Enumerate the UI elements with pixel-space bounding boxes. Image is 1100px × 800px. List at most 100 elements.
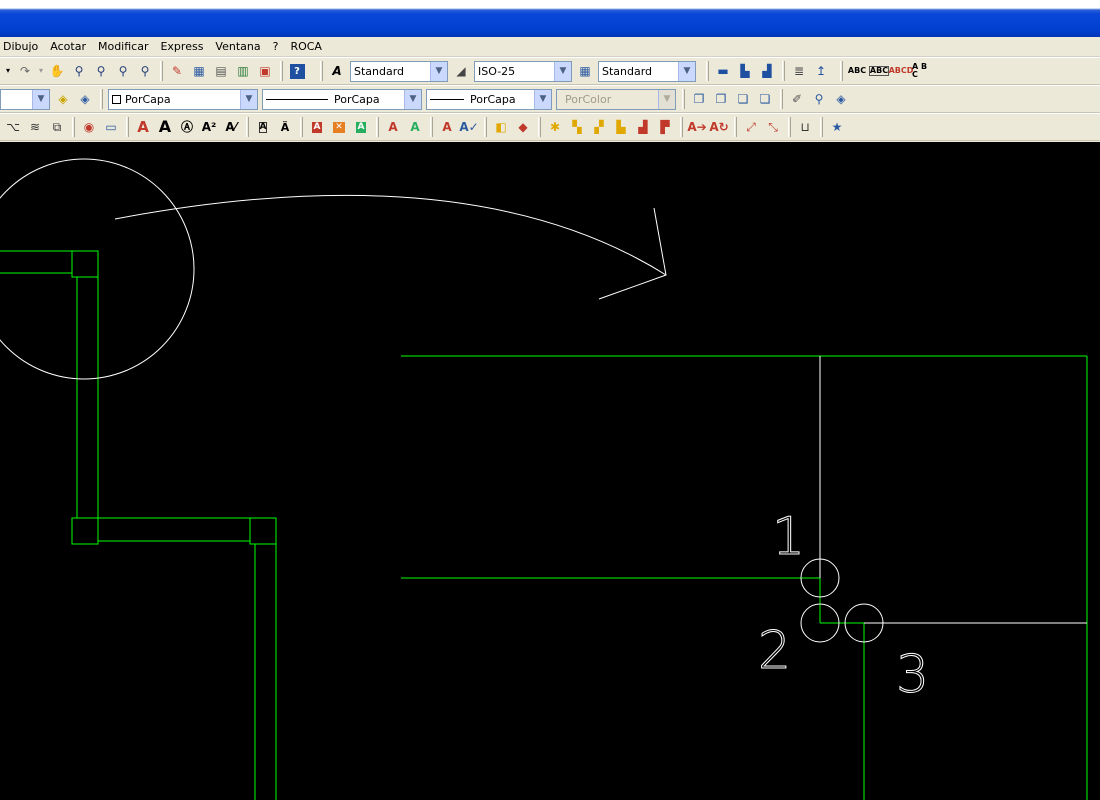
move-copy-rotate-icon[interactable]: ⤢: [740, 116, 762, 138]
layer-states-icon[interactable]: ◈: [74, 88, 96, 110]
find-text-icon[interactable]: A: [382, 116, 404, 138]
cad-drawing[interactable]: 1 2 3: [0, 142, 1100, 800]
text-abcd-icon[interactable]: ABCD: [889, 60, 914, 82]
menu-express[interactable]: Express: [160, 38, 209, 56]
toolbar-grip[interactable]: [682, 89, 685, 109]
text-icon[interactable]: A: [132, 116, 154, 138]
dim-style-combo[interactable]: ISO-25 ▼: [474, 60, 572, 82]
dim-update-icon[interactable]: ↥: [810, 60, 832, 82]
menu-help[interactable]: ?: [273, 38, 285, 56]
match-prop-icon[interactable]: ✐: [786, 88, 808, 110]
toolbar-grip[interactable]: [484, 117, 487, 137]
draworder-above-icon[interactable]: ❏: [732, 88, 754, 110]
undo-dropdown-icon[interactable]: ▾: [2, 60, 14, 82]
text-mask-icon[interactable]: A: [252, 116, 274, 138]
layer-walk-icon[interactable]: ⚲: [808, 88, 830, 110]
text-unmask-icon[interactable]: Ä: [274, 116, 296, 138]
chevron-down-icon[interactable]: ▼: [32, 89, 49, 109]
chevron-down-icon[interactable]: ▼: [554, 61, 571, 81]
sheet-set-icon[interactable]: ▥: [232, 60, 254, 82]
color-combo[interactable]: PorCapa ▼: [108, 88, 258, 110]
toolbar-grip[interactable]: [680, 117, 683, 137]
text-fit-icon[interactable]: A: [306, 116, 328, 138]
help-icon[interactable]: ?: [286, 60, 308, 82]
menu-modificar[interactable]: Modificar: [98, 38, 155, 56]
drawing-canvas[interactable]: 1 2 3: [0, 142, 1100, 800]
dim-baseline-icon[interactable]: ▙: [734, 60, 756, 82]
callout-arrow[interactable]: [114, 194, 667, 276]
star-block-icon[interactable]: ★: [826, 116, 848, 138]
layer-state-combo[interactable]: ▼: [0, 88, 50, 110]
shp-icon[interactable]: ⊔: [794, 116, 816, 138]
lineweight-combo[interactable]: PorCapa ▼: [426, 88, 552, 110]
qdim-icon[interactable]: ≣: [788, 60, 810, 82]
super-text-icon[interactable]: A²: [198, 116, 220, 138]
toolbar-grip[interactable]: [840, 61, 843, 81]
bold-text-icon[interactable]: A: [154, 116, 176, 138]
arc-text-icon[interactable]: Ⓐ: [176, 116, 198, 138]
chevron-down-icon[interactable]: ▼: [678, 61, 695, 81]
chevron-down-icon[interactable]: ▼: [430, 61, 447, 81]
table-style-combo[interactable]: Standard ▼: [598, 60, 696, 82]
redo-dropdown-icon[interactable]: ▾: [36, 60, 46, 82]
chevron-down-icon[interactable]: ▼: [404, 89, 421, 109]
express-layer-icon[interactable]: ≋: [24, 116, 46, 138]
column-square[interactable]: [71, 517, 99, 545]
zoom-extents-icon[interactable]: ⚲: [134, 60, 156, 82]
layer-prev-icon[interactable]: ◈: [52, 88, 74, 110]
spell-icon[interactable]: A: [436, 116, 458, 138]
stretch-icon[interactable]: ⤡: [762, 116, 784, 138]
zoom-realtime-icon[interactable]: ⚲: [68, 60, 90, 82]
text-enclose-icon[interactable]: A: [350, 116, 372, 138]
zoom-previous-icon[interactable]: ⚲: [112, 60, 134, 82]
menu-roca[interactable]: ROCA: [290, 38, 328, 56]
text-abc-boxed-icon[interactable]: ABC: [868, 60, 890, 82]
express-block-icon[interactable]: ⧉: [46, 116, 68, 138]
bring-to-front-icon[interactable]: ❐: [710, 88, 732, 110]
table-style-icon[interactable]: ▦: [574, 60, 596, 82]
text-abc-icon[interactable]: ABC: [846, 60, 868, 82]
redo-icon[interactable]: ↷: [14, 60, 36, 82]
send-to-back-icon[interactable]: ❐: [688, 88, 710, 110]
text-abc-spaced-icon[interactable]: A B C: [912, 60, 934, 82]
text-rotate-icon[interactable]: A↻: [708, 116, 730, 138]
markup-icon[interactable]: ▣: [254, 60, 276, 82]
arc-align-icon[interactable]: ⌥: [2, 116, 24, 138]
draworder-below-icon[interactable]: ❏: [754, 88, 776, 110]
column-square[interactable]: [71, 250, 99, 278]
menu-acotar[interactable]: Acotar: [50, 38, 92, 56]
block-insert-icon[interactable]: ◧: [490, 116, 512, 138]
dim-style-icon[interactable]: ◢: [450, 60, 472, 82]
block-extend-icon[interactable]: ▟: [632, 116, 654, 138]
detail-callout-circle[interactable]: [0, 158, 195, 380]
block-redefine-icon[interactable]: ◆: [512, 116, 534, 138]
wipeout-icon[interactable]: ◉: [78, 116, 100, 138]
pan-icon[interactable]: ✋: [46, 60, 68, 82]
block-attr-icon[interactable]: ✱: [544, 116, 566, 138]
edit-text-icon[interactable]: A: [404, 116, 426, 138]
design-center-icon[interactable]: ▦: [188, 60, 210, 82]
menu-dibujo[interactable]: Dibujo: [3, 38, 44, 56]
zoom-window-icon[interactable]: ⚲: [90, 60, 112, 82]
text-style-combo[interactable]: Standard ▼: [350, 60, 448, 82]
toolbar-grip[interactable]: [126, 117, 129, 137]
block-list-icon[interactable]: ▚: [566, 116, 588, 138]
dim-continue-icon[interactable]: ▟: [756, 60, 778, 82]
toolbar-grip[interactable]: [706, 61, 709, 81]
dim-linear-icon[interactable]: ▬: [712, 60, 734, 82]
tool-palettes-icon[interactable]: ▤: [210, 60, 232, 82]
toolbar-grip[interactable]: [100, 89, 103, 109]
block-trim-icon[interactable]: ▙: [610, 116, 632, 138]
text-move-icon[interactable]: A➔: [686, 116, 708, 138]
column-square[interactable]: [249, 517, 277, 545]
chevron-down-icon[interactable]: ▼: [240, 89, 257, 109]
text-explode-icon[interactable]: ✕: [328, 116, 350, 138]
scale-text-icon[interactable]: A⁄: [220, 116, 242, 138]
chevron-down-icon[interactable]: ▼: [534, 89, 551, 109]
properties-icon[interactable]: ✎: [166, 60, 188, 82]
text-style-icon[interactable]: A: [326, 60, 348, 82]
arrowhead[interactable]: [598, 207, 667, 300]
revcloud-icon[interactable]: ▭: [100, 116, 122, 138]
block-copy-icon[interactable]: ▛: [654, 116, 676, 138]
block-replace-icon[interactable]: ▞: [588, 116, 610, 138]
